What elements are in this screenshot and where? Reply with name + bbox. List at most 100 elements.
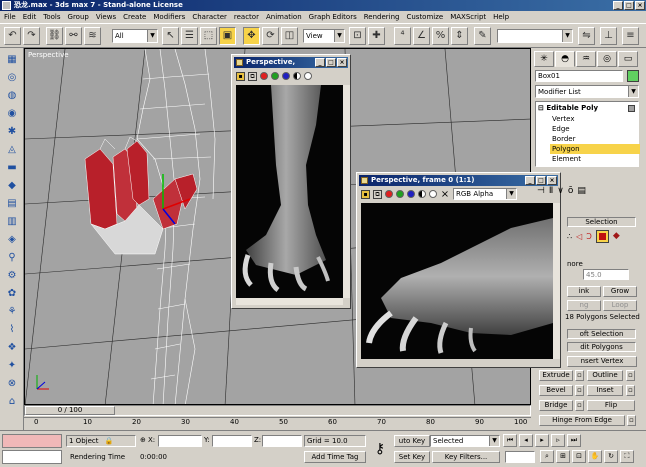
- create-icon[interactable]: ▦: [3, 52, 21, 68]
- menu-graph-editors[interactable]: Graph Editors: [309, 11, 357, 23]
- edit-polygons-rollout[interactable]: dit Polygons: [567, 342, 636, 352]
- collision-icon[interactable]: ⊗: [3, 376, 21, 392]
- particle-icon[interactable]: ▤: [3, 196, 21, 212]
- object-color-swatch[interactable]: [627, 70, 639, 82]
- go-to-start-icon[interactable]: ⏮: [503, 434, 517, 447]
- render-window-small[interactable]: Perspective, _ □ × ▪ ⧉: [231, 54, 351, 309]
- select-link-icon[interactable]: ⛓: [46, 27, 63, 45]
- hierarchy-tab-icon[interactable]: ♒: [576, 51, 596, 67]
- outline-button[interactable]: Outline: [587, 370, 623, 381]
- alpha-channel-icon[interactable]: [418, 190, 426, 198]
- dynamics-icon[interactable]: ⚙: [3, 268, 21, 284]
- previous-frame-icon[interactable]: ◂: [519, 434, 533, 447]
- minimize-button[interactable]: _: [613, 1, 623, 10]
- next-frame-icon[interactable]: ▹: [551, 434, 565, 447]
- maximize-viewport-icon[interactable]: ⛶: [620, 450, 634, 463]
- angle-field[interactable]: 45.0: [583, 269, 629, 280]
- reference-coordinate-dropdown[interactable]: View ▼: [303, 29, 345, 43]
- extrude-settings-button[interactable]: ▫: [575, 370, 584, 381]
- sphere-icon[interactable]: ◍: [3, 88, 21, 104]
- layer-manager-icon[interactable]: ≡: [622, 27, 639, 45]
- rectangular-selection-icon[interactable]: ⬚: [200, 27, 217, 45]
- system-icon[interactable]: ▥: [3, 214, 21, 230]
- loop-button[interactable]: Loop: [603, 300, 637, 311]
- cylinder-icon[interactable]: ◉: [3, 106, 21, 122]
- bone-icon[interactable]: ⚲: [3, 250, 21, 266]
- bridge-button[interactable]: Bridge: [539, 400, 573, 411]
- maxscript-mini-listener[interactable]: [2, 450, 62, 464]
- stack-item-vertex[interactable]: Vertex: [550, 114, 640, 124]
- display-tab-icon[interactable]: ▭: [618, 51, 638, 67]
- percent-snap-icon[interactable]: %: [432, 27, 449, 45]
- menu-modifiers[interactable]: Modifiers: [153, 11, 185, 23]
- camera-icon[interactable]: ▬: [3, 160, 21, 176]
- menu-create[interactable]: Create: [123, 11, 146, 23]
- element-mode-icon[interactable]: ◆: [613, 231, 620, 241]
- save-bitmap-icon[interactable]: ▪: [236, 71, 245, 81]
- select-and-scale-icon[interactable]: ◫: [281, 27, 298, 45]
- create-tab-icon[interactable]: ✳: [534, 51, 554, 67]
- configure-modifier-sets-icon[interactable]: ▤: [577, 184, 586, 198]
- horizontal-scrollbar[interactable]: [236, 298, 343, 305]
- maximize-button[interactable]: □: [326, 58, 336, 67]
- modify-tab-icon[interactable]: ◓: [555, 51, 575, 67]
- viewport-label[interactable]: Perspective: [28, 51, 69, 59]
- pin-stack-icon[interactable]: ⊣: [537, 184, 545, 198]
- go-to-end-icon[interactable]: ⏭: [567, 434, 581, 447]
- stack-item-edge[interactable]: Edge: [550, 124, 640, 134]
- menu-help[interactable]: Help: [493, 11, 509, 23]
- menu-customize[interactable]: Customize: [406, 11, 443, 23]
- stack-root[interactable]: ⊟ Editable Poly: [538, 104, 598, 113]
- mirror-icon[interactable]: ⇋: [578, 27, 595, 45]
- menu-reactor[interactable]: reactor: [234, 11, 259, 23]
- stack-item-border[interactable]: Border: [550, 134, 640, 144]
- render-window-small-title[interactable]: Perspective, _ □ ×: [234, 57, 348, 68]
- shape-icon[interactable]: ◎: [3, 70, 21, 86]
- select-and-move-icon[interactable]: ✥: [243, 27, 260, 45]
- current-frame-field[interactable]: [505, 451, 535, 463]
- soft-selection-rollout[interactable]: oft Selection: [567, 329, 636, 339]
- menu-animation[interactable]: Animation: [266, 11, 302, 23]
- window-crossing-icon[interactable]: ▣: [219, 27, 236, 45]
- minimize-button[interactable]: _: [315, 58, 325, 67]
- zoom-extents-icon[interactable]: ⊡: [572, 450, 586, 463]
- save-bitmap-icon[interactable]: ▪: [361, 189, 370, 199]
- time-slider-thumb[interactable]: 0 / 100: [25, 406, 115, 415]
- outline-settings-button[interactable]: ▫: [626, 370, 635, 381]
- blue-channel-icon[interactable]: [282, 72, 290, 80]
- modifier-list-dropdown[interactable]: Modifier List ▼: [535, 85, 639, 98]
- vertex-mode-icon[interactable]: ∴: [567, 232, 572, 241]
- zoom-icon[interactable]: ⌕: [540, 450, 554, 463]
- bevel-button[interactable]: Bevel: [539, 385, 573, 396]
- motion-tab-icon[interactable]: ◎: [597, 51, 617, 67]
- menu-group[interactable]: Group: [68, 11, 89, 23]
- window-title-bar[interactable]: 恐龙.max - 3ds max 7 - Stand-alone License…: [0, 0, 646, 11]
- mono-icon[interactable]: [429, 190, 437, 198]
- stack-root-toggle[interactable]: [628, 105, 635, 112]
- grow-button[interactable]: Grow: [603, 286, 637, 297]
- bridge-settings-button[interactable]: ▫: [575, 400, 584, 411]
- vertical-scrollbar[interactable]: [343, 85, 350, 298]
- alpha-channel-icon[interactable]: [293, 72, 301, 80]
- menu-edit[interactable]: Edit: [23, 11, 37, 23]
- maxscript-listener[interactable]: [2, 434, 62, 448]
- named-selection-dropdown[interactable]: ▼: [497, 29, 573, 43]
- selected-filter-dropdown[interactable]: Selected ▼: [430, 435, 500, 447]
- border-mode-icon[interactable]: Ↄ: [586, 232, 592, 241]
- angle-snap-icon[interactable]: ∠: [413, 27, 430, 45]
- snap-toggle-icon[interactable]: ⁴: [394, 27, 411, 45]
- blue-channel-icon[interactable]: [407, 190, 415, 198]
- cloth-icon[interactable]: ✿: [3, 286, 21, 302]
- play-icon[interactable]: ▸: [535, 434, 549, 447]
- select-object-icon[interactable]: ↖: [162, 27, 179, 45]
- undo-icon[interactable]: ↶: [4, 27, 21, 45]
- insert-vertex-button[interactable]: nsert Vertex: [567, 356, 637, 367]
- extrude-button[interactable]: Extrude: [539, 370, 573, 381]
- pivot-center-icon[interactable]: ⊡: [349, 27, 366, 45]
- maximize-button[interactable]: □: [624, 1, 634, 10]
- menu-rendering[interactable]: Rendering: [364, 11, 400, 23]
- fracture-icon[interactable]: ❖: [3, 340, 21, 356]
- ring-button[interactable]: ng: [567, 300, 601, 311]
- compound-icon[interactable]: ◈: [3, 232, 21, 248]
- arc-rotate-icon[interactable]: ↻: [604, 450, 618, 463]
